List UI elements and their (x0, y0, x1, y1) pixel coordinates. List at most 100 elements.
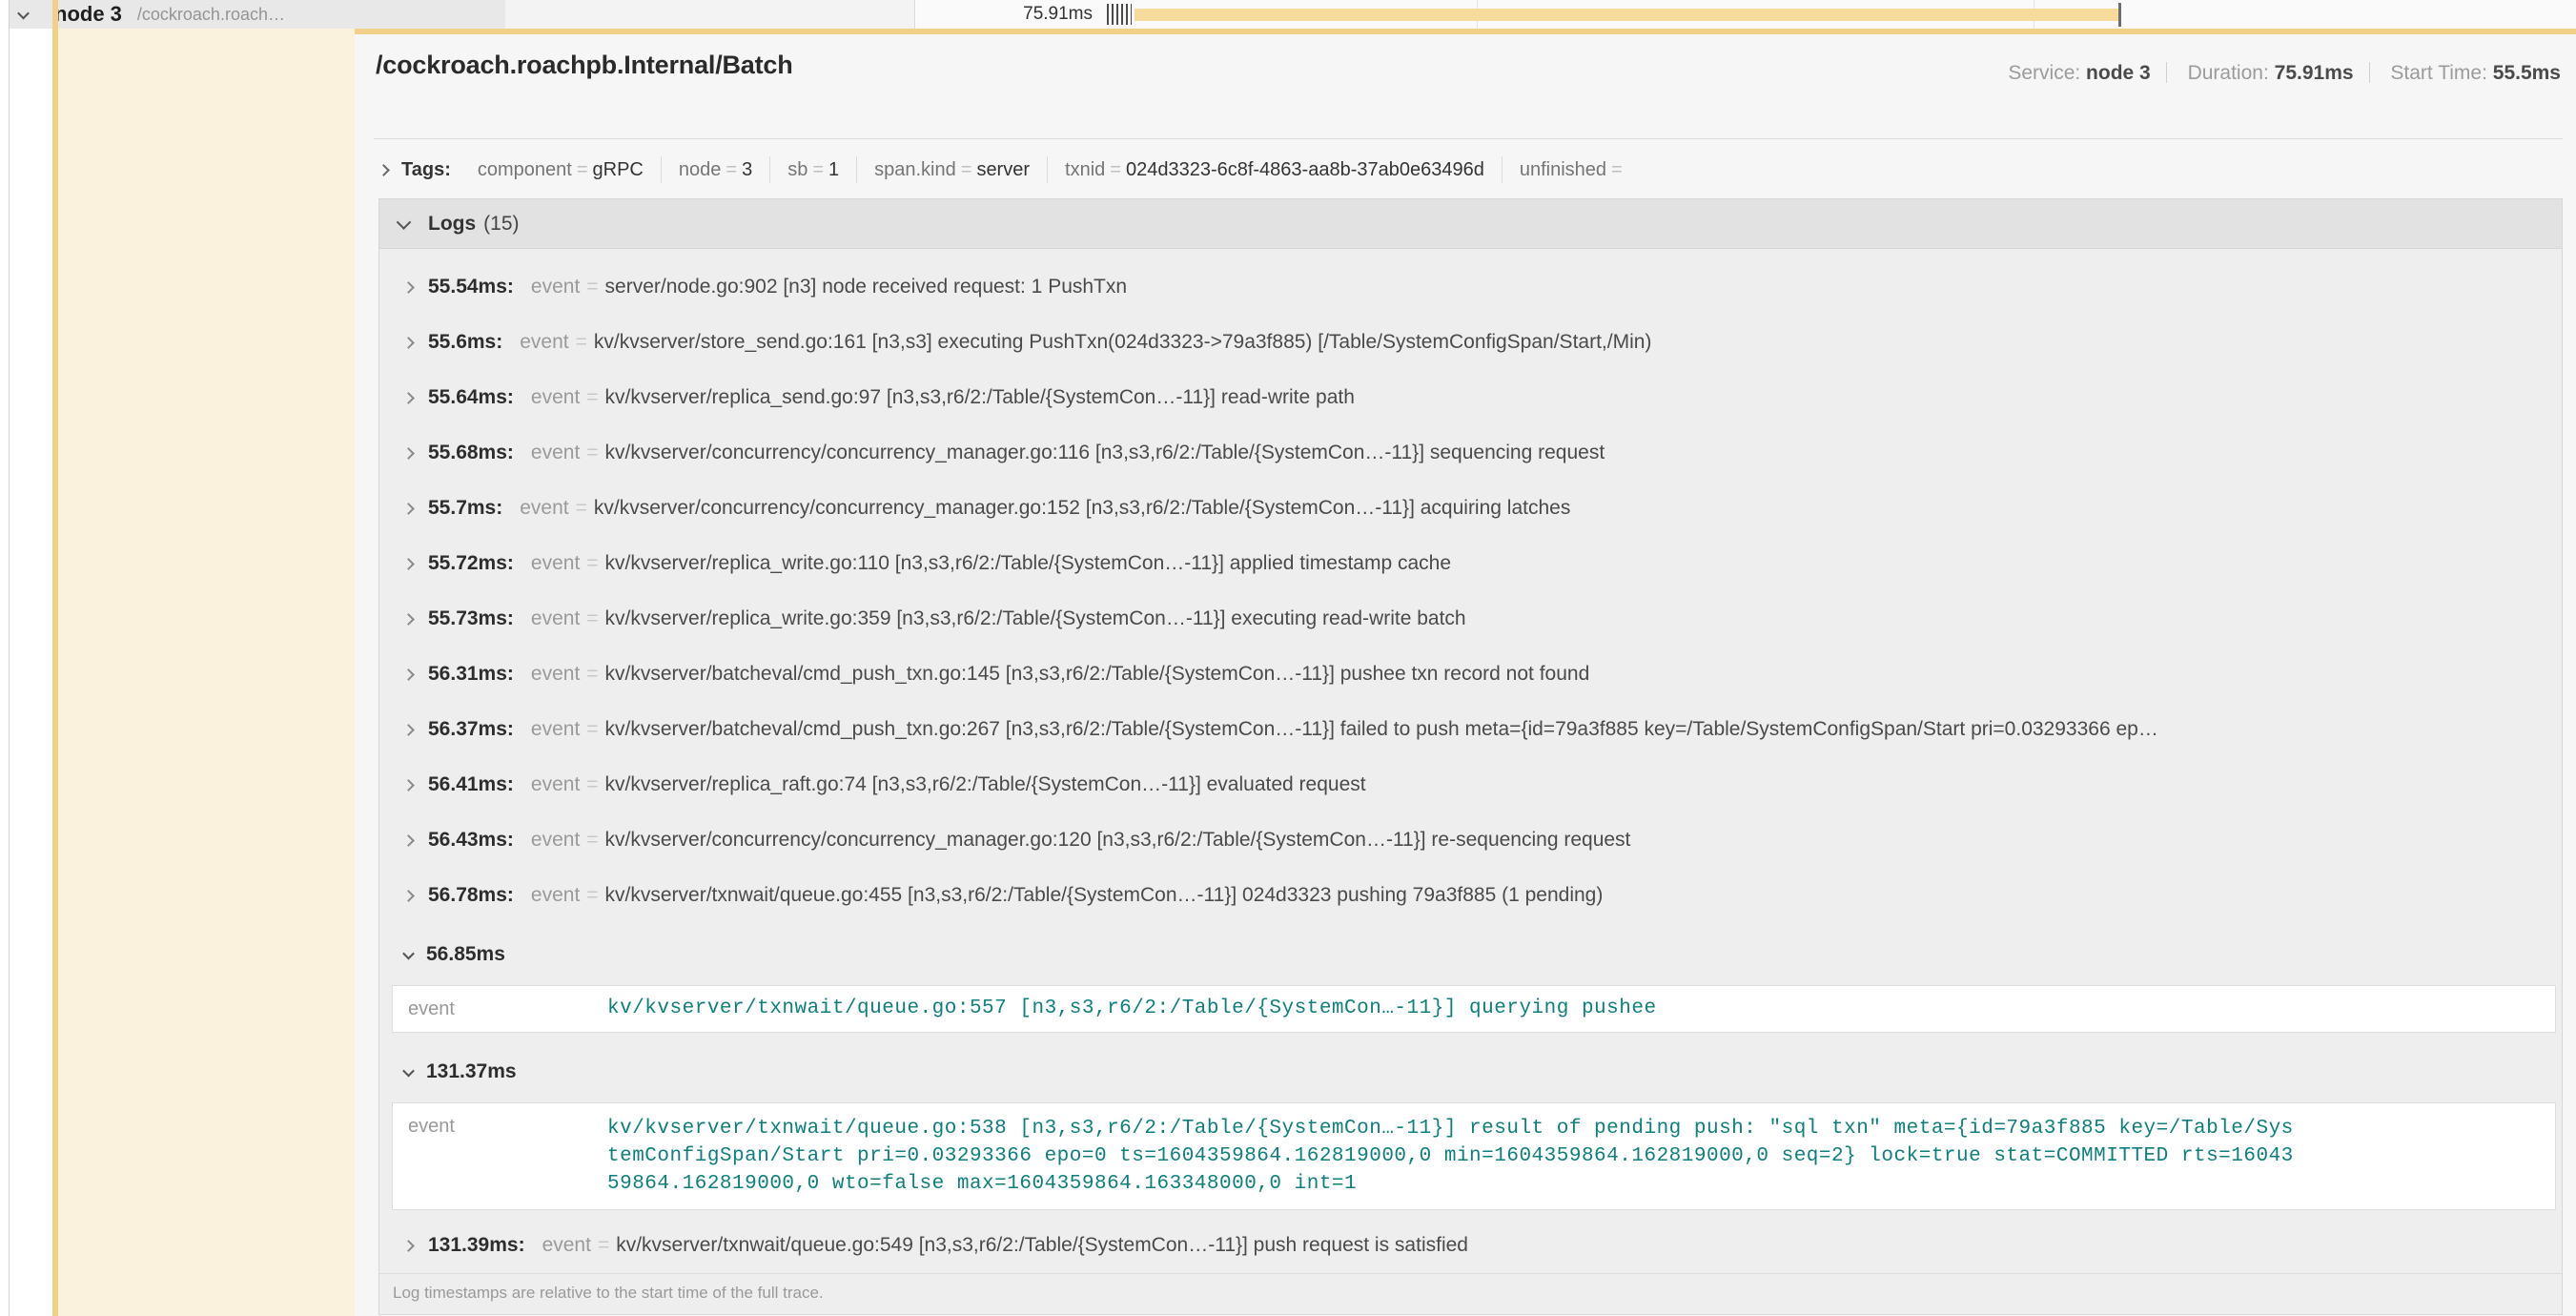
equals-sign: = (721, 159, 742, 180)
log-field-key: event (531, 607, 580, 630)
tag-item[interactable]: component=gRPC (460, 156, 661, 183)
log-field-key: event (520, 331, 568, 354)
equals-sign: = (1105, 159, 1126, 180)
trace-span-detail-page: node 3 /cockroach.roach… 75.91ms /cockro… (0, 0, 2576, 1316)
equals-sign: = (580, 718, 604, 741)
tag-item[interactable]: txnid=024d3323-6c8f-4863-aa8b-37ab0e6349… (1047, 156, 1502, 183)
chevron-down-icon[interactable] (397, 215, 412, 230)
span-name-cell[interactable]: node 3 /cockroach.roach… (10, 0, 505, 29)
span-duration-bar[interactable] (1135, 9, 2120, 21)
log-timestamp: 55.68ms: (428, 442, 514, 464)
tag-item[interactable]: unfinished= (1502, 156, 1645, 183)
tag-key: unfinished (1520, 159, 1606, 180)
log-row[interactable]: 55.64ms:event=kv/kvserver/replica_send.g… (379, 370, 2562, 425)
left-gutter-border (9, 0, 10, 1316)
chevron-right-icon[interactable] (402, 668, 415, 681)
log-timestamp: 55.54ms: (428, 276, 514, 298)
log-timestamp: 55.64ms: (428, 386, 514, 409)
log-field-value: kv/kvserver/txnwait/queue.go:538 [n3,s3,… (607, 1115, 2294, 1198)
chevron-right-icon[interactable] (378, 164, 390, 176)
span-name-cell-spacer (505, 0, 915, 29)
log-row-expanded-header[interactable]: 131.37ms (379, 1048, 2562, 1096)
span-duration-label: 75.91ms (1023, 0, 1093, 29)
chevron-right-icon[interactable] (402, 503, 415, 515)
log-message: kv/kvserver/txnwait/queue.go:549 [n3,s3,… (616, 1234, 1468, 1257)
final-log-tick (2118, 3, 2121, 27)
log-timestamp: 55.73ms: (428, 607, 514, 630)
chevron-right-icon[interactable] (402, 447, 415, 460)
chevron-down-icon[interactable] (402, 947, 415, 959)
log-field-key: event (531, 386, 580, 409)
log-field-key: event (531, 276, 580, 298)
chevron-right-icon[interactable] (402, 834, 415, 847)
chevron-right-icon[interactable] (402, 558, 415, 570)
log-row-expanded-header[interactable]: 56.85ms (379, 931, 2562, 978)
chevron-down-icon[interactable] (402, 1064, 415, 1077)
tag-item[interactable]: sb=1 (769, 156, 856, 183)
span-row[interactable]: node 3 /cockroach.roach… 75.91ms (10, 0, 2576, 29)
log-row[interactable]: 55.7ms:event=kv/kvserver/concurrency/con… (379, 481, 2562, 536)
chevron-right-icon[interactable] (402, 1240, 415, 1252)
log-row[interactable]: 55.73ms: event=kv/kvserver/replica_write.… (379, 591, 2562, 647)
tag-key: txnid (1065, 159, 1105, 180)
log-row[interactable]: 55.54ms:event=server/node.go:902 [n3] no… (379, 259, 2562, 315)
chevron-right-icon[interactable] (402, 392, 415, 404)
tags-accordion-header[interactable]: Tags: component=gRPCnode=3sb=1span.kind=… (379, 151, 1645, 189)
log-row[interactable]: 55.72ms:event=kv/kvserver/replica_write.… (379, 536, 2562, 591)
tag-item[interactable]: node=3 (661, 156, 769, 183)
log-row[interactable]: 55.68ms:event=kv/kvserver/concurrency/co… (379, 425, 2562, 481)
meta-divider (2369, 62, 2370, 83)
equals-sign: = (569, 497, 594, 520)
log-event-box: eventkv/kvserver/txnwait/queue.go:557 [n… (392, 985, 2556, 1033)
log-field-key: event (520, 497, 568, 520)
logs-accordion: Logs (15) 55.54ms:event=server/node.go:9… (378, 198, 2563, 1315)
log-message: kv/kvserver/batcheval/cmd_push_txn.go:26… (605, 718, 2158, 741)
log-message: kv/kvserver/concurrency/concurrency_mana… (594, 497, 1570, 520)
log-timestamp: 55.6ms: (428, 331, 502, 354)
chevron-right-icon[interactable] (402, 613, 415, 626)
tag-item[interactable]: span.kind=server (856, 156, 1047, 183)
log-row[interactable]: 131.39ms:event=kv/kvserver/txnwait/queue… (379, 1218, 2562, 1273)
log-field-value: kv/kvserver/txnwait/queue.go:557 [n3,s3,… (607, 997, 1657, 1020)
log-field-key: event (531, 773, 580, 796)
log-row[interactable]: 56.37ms:event=kv/kvserver/batcheval/cmd_… (379, 702, 2562, 757)
log-message: server/node.go:902 [n3] node received re… (605, 276, 1128, 298)
log-field-key: event (531, 884, 580, 907)
log-field-key: event (531, 829, 580, 852)
log-event-box: eventkv/kvserver/txnwait/queue.go:538 [n… (392, 1102, 2556, 1210)
equals-sign: = (580, 442, 604, 464)
span-service-name: node 3 (54, 2, 122, 27)
equals-sign: = (1606, 159, 1627, 180)
chevron-right-icon[interactable] (402, 779, 415, 792)
tag-key: sb (787, 159, 808, 180)
chevron-right-icon[interactable] (402, 281, 415, 294)
collapse-children-chevron-icon[interactable] (17, 7, 30, 19)
log-field-key: event (408, 1115, 607, 1198)
chevron-right-icon[interactable] (402, 890, 415, 902)
equals-sign: = (580, 607, 604, 630)
log-row[interactable]: 56.43ms:event=kv/kvserver/concurrency/co… (379, 812, 2562, 868)
duration-label: Duration: (2188, 62, 2269, 84)
log-field-key: event (542, 1234, 591, 1257)
logs-footer-note: Log timestamps are relative to the start… (379, 1273, 2562, 1312)
chevron-right-icon[interactable] (402, 724, 415, 736)
tag-value: 1 (828, 159, 839, 180)
chevron-right-icon[interactable] (402, 337, 415, 349)
log-timestamp: 56.37ms: (428, 718, 514, 741)
log-row[interactable]: 56.41ms:event=kv/kvserver/replica_raft.g… (379, 757, 2562, 812)
equals-sign: = (580, 552, 604, 575)
log-field-value-line: temConfigSpan/Start pri=0.03293366 epo=0… (607, 1142, 2294, 1170)
log-message: kv/kvserver/replica_write.go:359 [n3,s3,… (605, 607, 1466, 630)
log-message: kv/kvserver/replica_write.go:110 [n3,s3,… (605, 552, 1452, 575)
equals-sign: = (580, 663, 604, 686)
tag-value: gRPC (593, 159, 644, 180)
tag-key: span.kind (874, 159, 956, 180)
log-timestamp: 56.31ms: (428, 663, 514, 686)
log-row[interactable]: 56.31ms:event=kv/kvserver/batcheval/cmd_… (379, 647, 2562, 702)
logs-accordion-header[interactable]: Logs (15) (379, 199, 2562, 249)
service-value: node 3 (2086, 62, 2151, 84)
span-timeline-cell[interactable]: 75.91ms (916, 0, 2576, 29)
detail-row-left-fill (58, 29, 355, 1316)
log-row[interactable]: 55.6ms:event=kv/kvserver/store_send.go:1… (379, 315, 2562, 370)
log-row[interactable]: 56.78ms:event=kv/kvserver/txnwait/queue.… (379, 868, 2562, 923)
